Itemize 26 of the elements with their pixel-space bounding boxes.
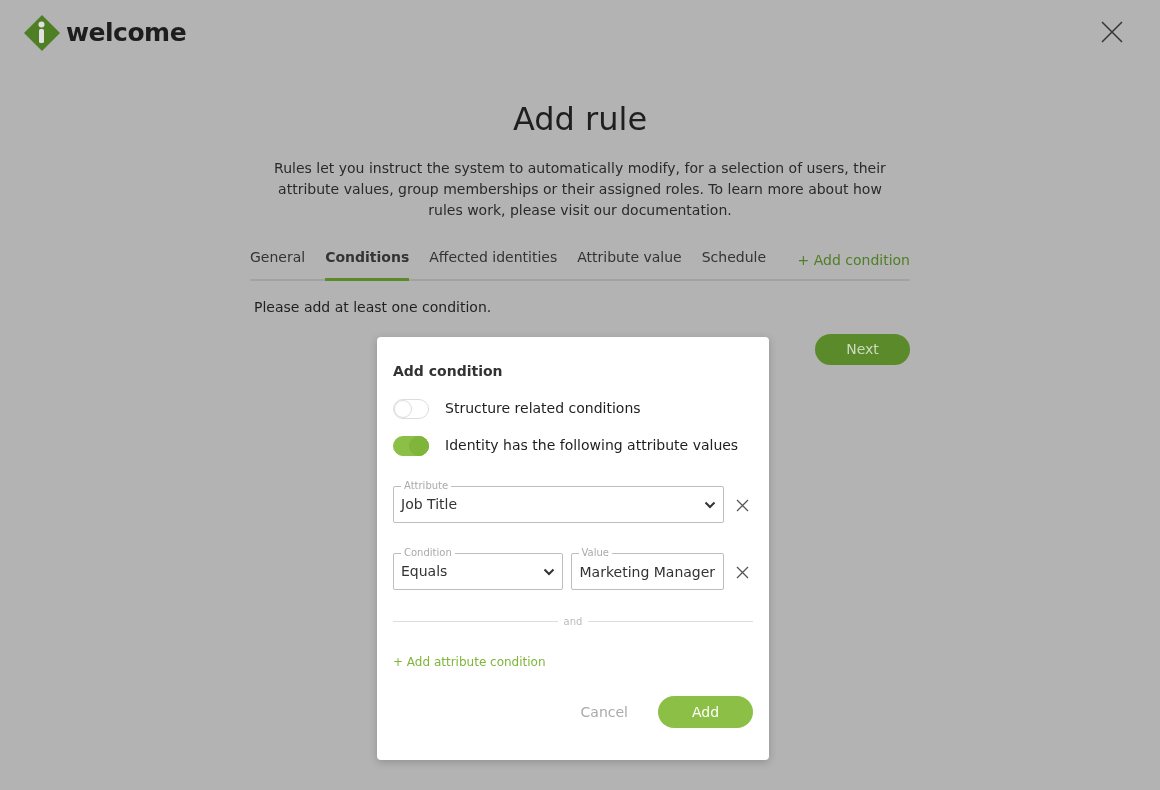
empty-message: Please add at least one condition. xyxy=(254,298,493,318)
description: Rules let you instruct the system to automatically modify, for a selection of users, their attribute values, group memberships or their assigned roles. To learn more about how rules work, please visit our documentation. xyxy=(273,159,887,221)
logo-icon xyxy=(22,13,62,53)
toggle-label: Structure related conditions xyxy=(445,399,641,418)
logo-text: welcome xyxy=(66,17,187,50)
toggle-switch[interactable] xyxy=(393,435,429,456)
chevron-icon xyxy=(704,500,716,509)
field-label: Attribute xyxy=(401,480,452,492)
tab[interactable]: General xyxy=(250,241,306,282)
tab[interactable]: Conditions xyxy=(325,241,410,282)
close-icon[interactable] xyxy=(1100,20,1124,44)
toggle-label: Identity has the following attribute values xyxy=(445,436,739,455)
field-label: Value xyxy=(578,547,612,559)
remove-icon[interactable] xyxy=(736,499,749,512)
separator-label: and xyxy=(563,615,583,629)
tab[interactable]: Attribute value xyxy=(577,241,682,282)
select-field[interactable]: Condition Equals xyxy=(393,547,563,590)
field-label: Condition xyxy=(401,547,455,559)
select-field[interactable]: Attribute Job Title xyxy=(393,480,724,523)
toggle-switch[interactable] xyxy=(393,398,429,419)
dialog-title: Add condition xyxy=(393,362,504,381)
chevron-icon xyxy=(542,567,555,576)
tab[interactable]: Affected identities xyxy=(429,241,558,282)
remove-icon[interactable] xyxy=(736,566,749,579)
tab[interactable]: Schedule xyxy=(701,241,767,282)
page-title: Add rule xyxy=(511,100,649,139)
